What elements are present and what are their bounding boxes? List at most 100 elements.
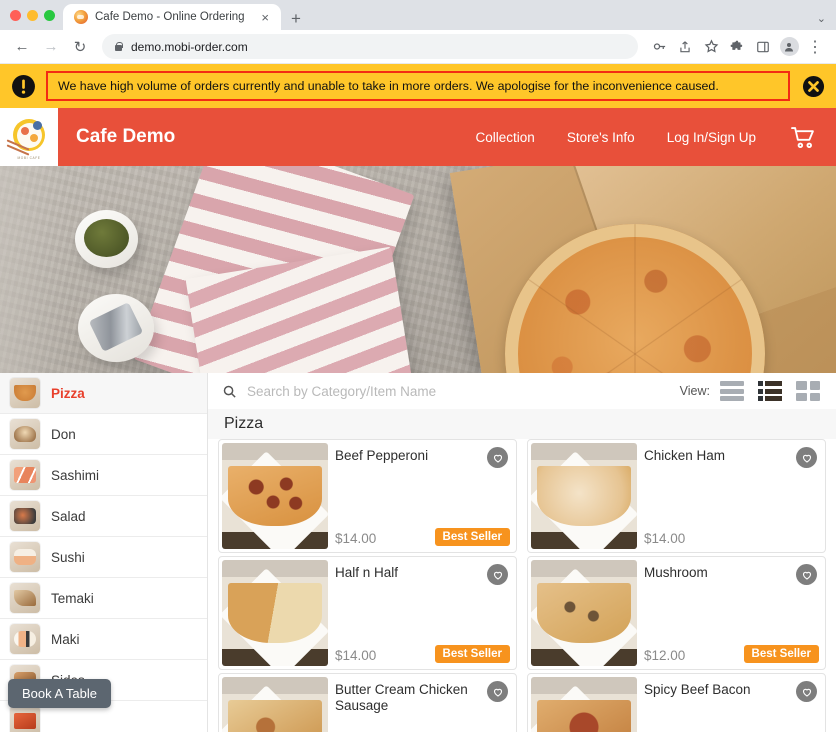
menu-item-name: Half n Half — [335, 565, 399, 580]
menu-item-name: Spicy Beef Bacon — [644, 682, 751, 697]
browser-tab[interactable]: Cafe Demo - Online Ordering × — [63, 4, 281, 30]
site-nav: Collection Store's Info Log In/Sign Up — [476, 124, 836, 150]
detailed-list-view-icon[interactable] — [758, 381, 782, 401]
menu-item-card[interactable]: Spicy Beef Bacon — [527, 673, 826, 732]
shopping-cart-icon[interactable] — [788, 124, 818, 150]
menu-item-body: Butter Cream Chicken Sausage — [331, 674, 516, 732]
greens-bowl-image — [75, 210, 138, 268]
category-thumbnail-icon — [10, 501, 40, 531]
favorite-heart-icon[interactable] — [796, 681, 817, 702]
favorite-heart-icon[interactable] — [487, 564, 508, 585]
star-icon[interactable] — [699, 35, 723, 59]
key-icon[interactable] — [647, 35, 671, 59]
favorite-heart-icon[interactable] — [796, 447, 817, 468]
minimize-window-button[interactable] — [27, 9, 38, 21]
best-seller-badge: Best Seller — [434, 645, 510, 663]
best-seller-badge: Best Seller — [434, 528, 510, 546]
menu-item-name: Butter Cream Chicken Sausage — [335, 682, 468, 714]
grid-view-icon[interactable] — [796, 381, 820, 401]
sidebar-item-maki[interactable]: Maki — [0, 619, 207, 660]
sidebar-item-sashimi[interactable]: Sashimi — [0, 455, 207, 496]
list-view-icon[interactable] — [720, 381, 744, 401]
menu-item-card[interactable]: Mushroom $12.00 Best Seller — [527, 556, 826, 670]
menu-item-body: Beef Pepperoni $14.00 Best Seller — [331, 440, 516, 552]
menu-content: View: Pizza — [208, 373, 836, 732]
sidebar-item-don[interactable]: Don — [0, 414, 207, 455]
browser-menu-icon[interactable]: ⋮ — [803, 35, 827, 59]
menu-item-price: $14.00 — [335, 648, 377, 663]
sidebar-item-sushi[interactable]: Sushi — [0, 537, 207, 578]
menu-item-card[interactable]: Half n Half $14.00 Best Seller — [218, 556, 517, 670]
new-tab-button[interactable]: + — [291, 10, 301, 27]
side-panel-icon[interactable] — [751, 35, 775, 59]
tab-title: Cafe Demo - Online Ordering — [95, 11, 245, 23]
view-label: View: — [679, 384, 710, 398]
nav-item-collection[interactable]: Collection — [476, 130, 535, 145]
nav-item-login-signup[interactable]: Log In/Sign Up — [667, 130, 756, 145]
sidebar-item-label: Don — [51, 426, 76, 442]
menu-item-name: Beef Pepperoni — [335, 448, 429, 463]
book-a-table-tooltip[interactable]: Book A Table — [8, 679, 111, 708]
hero-left-fade — [0, 166, 70, 373]
site-header: MOBI CAFE Cafe Demo Collection Store's I… — [0, 108, 836, 166]
alert-banner: We have high volume of orders currently … — [0, 64, 836, 108]
menu-item-body: Mushroom $12.00 Best Seller — [640, 557, 825, 669]
menu-item-card[interactable]: Chicken Ham $14.00 — [527, 439, 826, 553]
maximize-window-button[interactable] — [44, 9, 55, 21]
favorite-heart-icon[interactable] — [487, 447, 508, 468]
sidebar-item-label: Temaki — [51, 590, 94, 606]
brand-name: Cafe Demo — [76, 126, 176, 147]
close-circle-icon[interactable] — [796, 75, 830, 98]
sidebar-item-label: Sashimi — [51, 467, 100, 483]
menu-item-body: Spicy Beef Bacon — [640, 674, 825, 732]
sidebar-item-temaki[interactable]: Temaki — [0, 578, 207, 619]
tab-close-icon[interactable]: × — [258, 9, 272, 26]
nav-item-stores-info[interactable]: Store's Info — [567, 130, 635, 145]
back-button[interactable]: ← — [9, 34, 35, 60]
menu-item-price: $14.00 — [335, 531, 377, 546]
sidebar-item-label: Sushi — [51, 549, 85, 565]
sidebar-item-salad[interactable]: Salad — [0, 496, 207, 537]
favorite-heart-icon[interactable] — [796, 564, 817, 585]
sidebar-item-label: Salad — [51, 508, 86, 524]
share-icon[interactable] — [673, 35, 697, 59]
sidebar-item-pizza[interactable]: Pizza — [0, 373, 207, 414]
best-seller-badge: Best Seller — [743, 645, 819, 663]
browser-window: Cafe Demo - Online Ordering × + ⌄ ← → ↻ … — [0, 0, 836, 732]
search-icon — [223, 385, 236, 398]
category-thumbnail-icon — [10, 378, 40, 408]
menu-item-image — [222, 677, 328, 732]
cutlery-plate-image — [78, 294, 154, 362]
menu-item-card[interactable]: Beef Pepperoni $14.00 Best Seller — [218, 439, 517, 553]
menu-item-image — [531, 677, 637, 732]
search-input[interactable] — [247, 383, 670, 399]
puzzle-icon[interactable] — [725, 35, 749, 59]
menu-item-price: $12.00 — [644, 648, 686, 663]
tab-strip: Cafe Demo - Online Ordering × + ⌄ — [0, 0, 836, 30]
site-logo[interactable]: MOBI CAFE — [0, 108, 58, 166]
forward-button[interactable]: → — [38, 34, 64, 60]
reload-button[interactable]: ↻ — [67, 34, 93, 60]
search-toolbar: View: — [208, 373, 836, 409]
search-field-wrap — [222, 383, 670, 399]
menu-item-image — [222, 560, 328, 666]
hero-banner — [0, 166, 836, 373]
category-thumbnail-icon — [10, 419, 40, 449]
tab-list-chevron-down-icon[interactable]: ⌄ — [817, 12, 836, 30]
address-bar[interactable]: demo.mobi-order.com — [102, 34, 638, 59]
category-thumbnail-icon — [10, 460, 40, 490]
category-sidebar: Pizza Don Sashimi Salad Sushi Temaki Mak… — [0, 373, 208, 732]
favorite-heart-icon[interactable] — [487, 681, 508, 702]
menu-item-image — [531, 560, 637, 666]
profile-avatar-icon[interactable] — [777, 35, 801, 59]
category-thumbnail-icon — [10, 542, 40, 572]
exclamation-circle-icon — [6, 74, 40, 99]
menu-item-name: Mushroom — [644, 565, 708, 580]
menu-item-card[interactable]: Butter Cream Chicken Sausage — [218, 673, 517, 732]
section-title: Pizza — [208, 409, 836, 439]
category-thumbnail-icon — [10, 624, 40, 654]
menu-item-price: $14.00 — [644, 531, 686, 546]
cafe-logo-icon: MOBI CAFE — [6, 114, 52, 160]
lock-icon — [114, 41, 123, 52]
close-window-button[interactable] — [10, 9, 21, 21]
